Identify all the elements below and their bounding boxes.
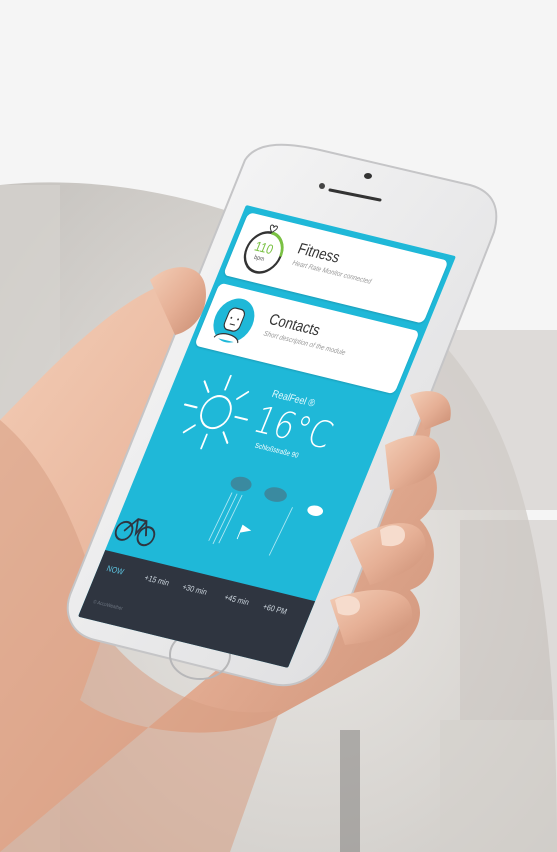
timeline-tab-60[interactable]: +60 PM (261, 602, 288, 617)
weather-credit: © AccuWeather (92, 599, 124, 613)
bicycle-icon (114, 518, 156, 547)
timeline-tab-15[interactable]: +15 min (143, 573, 171, 588)
contact-avatar-icon (213, 298, 255, 344)
photo-scene: 110 bpm Fitness Heart Rate Monitor conne… (0, 0, 557, 852)
timeline-tab-30[interactable]: +30 min (181, 582, 209, 597)
timeline-tab-now[interactable]: NOW (105, 564, 125, 577)
timeline-tab-45[interactable]: +45 min (223, 592, 251, 607)
